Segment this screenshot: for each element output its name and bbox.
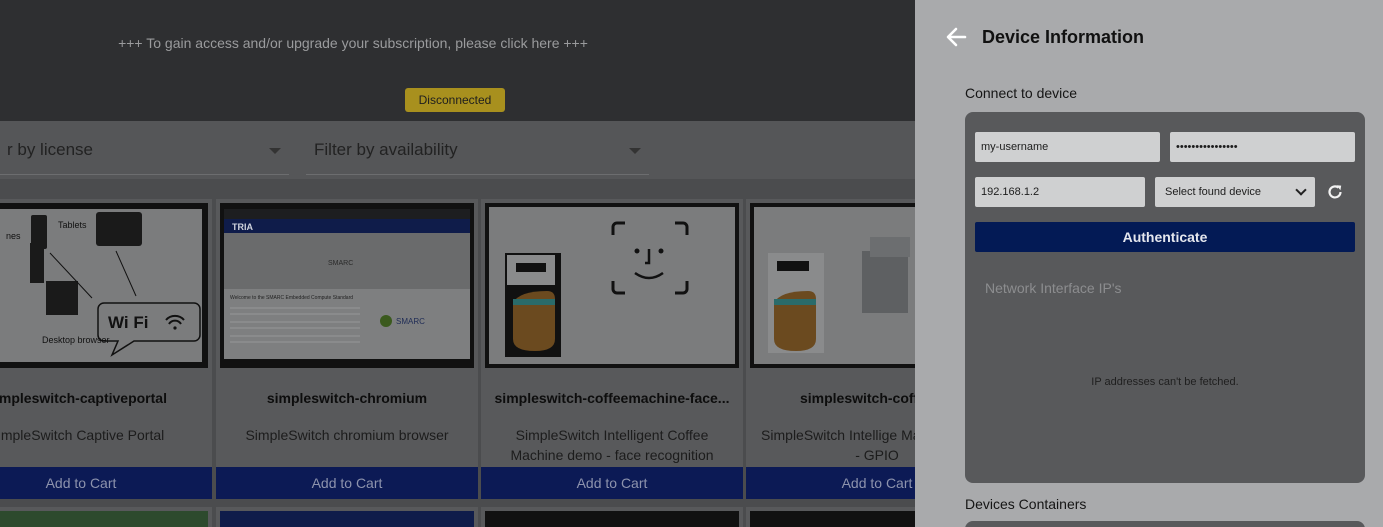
- network-interfaces-empty-message: IP addresses can't be fetched.: [1091, 376, 1239, 388]
- found-device-select[interactable]: Select found device: [1155, 177, 1315, 207]
- chevron-down-icon: [269, 148, 281, 154]
- connect-form: Select found device Authenticate Network…: [965, 112, 1365, 483]
- connect-section-label: Connect to device: [965, 85, 1078, 101]
- app-title: simpleswitch-chromium: [266, 390, 428, 406]
- tria-logo: TRIA: [232, 222, 253, 232]
- devices-containers-box: [965, 521, 1365, 527]
- add-to-cart-button[interactable]: Add to Cart: [216, 467, 478, 499]
- app-catalog: +++ To gain access and/or upgrade your s…: [0, 0, 915, 527]
- availability-filter-label: Filter by availability: [314, 140, 458, 159]
- app-description: SimpleSwitch chromium browser: [245, 427, 449, 443]
- subscription-link[interactable]: +++ To gain access and/or upgrade your s…: [0, 35, 706, 51]
- app-card[interactable]: [481, 507, 743, 527]
- desktop-label: Desktop browser: [42, 335, 110, 345]
- page-heading: Welcome to the SMARC Embedded Compute St…: [230, 295, 353, 301]
- wifi-label: Wi Fi: [108, 313, 148, 332]
- app-thumbnail: Wi Fi Tablets nes Desktop browser: [0, 203, 208, 368]
- app-thumbnail: [0, 511, 208, 527]
- app-thumbnail: TRIA SMARC Welcome to the SMARC Embedded…: [220, 203, 474, 368]
- smarc-board-label: SMARC: [328, 260, 353, 267]
- devices-containers-label: Devices Containers: [965, 496, 1087, 512]
- add-to-cart-button[interactable]: Add to Cart: [746, 467, 915, 499]
- found-device-select-label: Select found device: [1165, 186, 1262, 198]
- network-interfaces-label: Network Interface IP's: [985, 280, 1122, 296]
- app-title: impleswitch-captiveportal: [0, 390, 167, 406]
- chevron-down-icon: [629, 148, 641, 154]
- subscription-banner: +++ To gain access and/or upgrade your s…: [0, 0, 915, 121]
- app-title: simpleswitch-coffeema: [799, 390, 915, 406]
- app-card[interactable]: Wi Fi Tablets nes Desktop browser imples…: [0, 199, 212, 499]
- license-filter-label: r by license: [7, 140, 93, 159]
- refresh-icon[interactable]: [1326, 183, 1344, 201]
- app-thumbnail: [750, 203, 915, 368]
- app-card[interactable]: TRIA SMARC Welcome to the SMARC Embedded…: [216, 199, 478, 499]
- back-arrow-icon[interactable]: [945, 26, 967, 48]
- panel-title: Device Information: [982, 27, 1145, 47]
- app-description: impleSwitch Captive Portal: [0, 427, 165, 443]
- tablets-label: Tablets: [58, 220, 87, 230]
- app-description: SimpleSwitch Intelligent Coffee Machine …: [510, 427, 714, 463]
- add-to-cart-button[interactable]: Add to Cart: [481, 467, 743, 499]
- add-to-cart-button[interactable]: Add to Cart: [0, 467, 212, 499]
- chevron-down-icon: [1295, 184, 1307, 196]
- availability-filter[interactable]: Filter by availability: [306, 137, 649, 175]
- app-description: SimpleSwitch Intellige Machine demo - GP…: [761, 427, 915, 463]
- smarc-logo: SMARC: [396, 317, 425, 326]
- app-card[interactable]: simpleswitch-coffeema SimpleSwitch Intel…: [746, 199, 915, 499]
- app-card[interactable]: [0, 507, 212, 527]
- authenticate-button[interactable]: Authenticate: [975, 222, 1355, 252]
- device-information-panel: Device Information Connect to device Sel…: [915, 0, 1383, 527]
- phones-label: nes: [6, 231, 21, 241]
- password-input[interactable]: [1170, 132, 1355, 162]
- app-title: simpleswitch-coffeemachine-face...: [494, 390, 730, 406]
- app-card[interactable]: [746, 507, 915, 527]
- connection-status-badge: Disconnected: [405, 88, 505, 112]
- app-thumbnail: [485, 203, 739, 368]
- license-filter[interactable]: r by license: [0, 137, 289, 175]
- app-card[interactable]: simpleswitch-coffeemachine-face... Simpl…: [481, 199, 743, 499]
- username-input[interactable]: [975, 132, 1160, 162]
- app-thumbnail: [750, 511, 915, 527]
- app-thumbnail: [485, 511, 739, 527]
- filter-bar: r by license Filter by availability: [0, 121, 915, 179]
- app-thumbnail: [220, 511, 474, 527]
- ip-address-input[interactable]: [975, 177, 1145, 207]
- app-card[interactable]: [216, 507, 478, 527]
